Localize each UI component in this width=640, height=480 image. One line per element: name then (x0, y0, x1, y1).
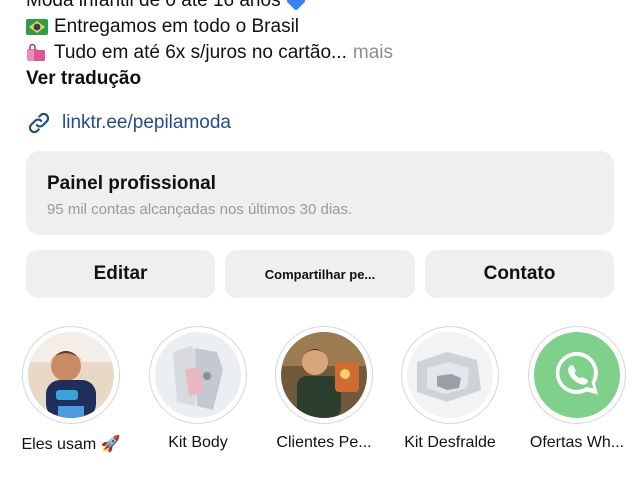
see-translation-link[interactable]: Ver tradução (26, 66, 626, 92)
more-link[interactable]: mais (353, 40, 393, 66)
blue-diamond-icon (285, 0, 306, 11)
whatsapp-icon (534, 332, 620, 418)
profile-bio: Moda infantil de 0 até 16 anos Entregamo… (26, 0, 626, 92)
profile-link[interactable]: linktr.ee/pepilamoda (26, 110, 231, 136)
clothes-photo-icon (407, 332, 493, 418)
bio-line-delivery: Entregamos em todo o Brasil (26, 14, 626, 40)
link-icon (28, 112, 50, 134)
link-text: linktr.ee/pepilamoda (62, 112, 231, 133)
kid-photo-icon (281, 332, 367, 418)
panel-subtitle: 95 mil contas alcançadas nos últimos 30 … (47, 201, 353, 218)
highlight-ring (149, 326, 247, 424)
shopping-bags-icon (26, 44, 48, 62)
contact-button[interactable]: Contato (425, 250, 614, 298)
highlight-kit-body[interactable]: Kit Body (143, 326, 253, 452)
brazil-flag-icon (26, 18, 48, 36)
bio-line-age: Moda infantil de 0 até 16 anos (26, 0, 626, 14)
bio-age-text: Moda infantil de 0 até 16 anos (26, 0, 281, 11)
highlight-label: Kit Body (168, 434, 228, 451)
story-highlights: Eles usam 🚀 Kit Body Clientes Pe... Kit … (0, 326, 640, 480)
share-profile-button[interactable]: Compartilhar pe... (225, 250, 415, 298)
highlight-label: Clientes Pe... (276, 434, 372, 451)
highlight-clientes[interactable]: Clientes Pe... (269, 326, 379, 452)
clothes-photo-icon (155, 332, 241, 418)
highlight-ofertas[interactable]: Ofertas Wh... (522, 326, 632, 452)
highlight-kit-desfralde[interactable]: Kit Desfralde (395, 326, 505, 452)
kid-photo-icon (28, 332, 114, 418)
highlight-ring (401, 326, 499, 424)
highlight-eles-usam[interactable]: Eles usam 🚀 (16, 326, 126, 454)
highlight-ring (528, 326, 626, 424)
panel-title: Painel profissional (47, 173, 216, 194)
highlight-label: Kit Desfralde (404, 434, 496, 451)
bio-delivery-text: Entregamos em todo o Brasil (54, 16, 300, 37)
highlight-ring (275, 326, 373, 424)
highlight-label: Ofertas Wh... (529, 434, 625, 451)
highlight-ring (22, 326, 120, 424)
edit-profile-button[interactable]: Editar (26, 250, 215, 298)
bio-line-payment: Tudo em até 6x s/juros no cartão... mais (26, 40, 626, 66)
professional-dashboard[interactable]: Painel profissional 95 mil contas alcanç… (26, 151, 614, 235)
bio-payment-text: Tudo em até 6x s/juros no cartão... (54, 42, 347, 63)
highlight-label: Eles usam 🚀 (21, 436, 121, 453)
